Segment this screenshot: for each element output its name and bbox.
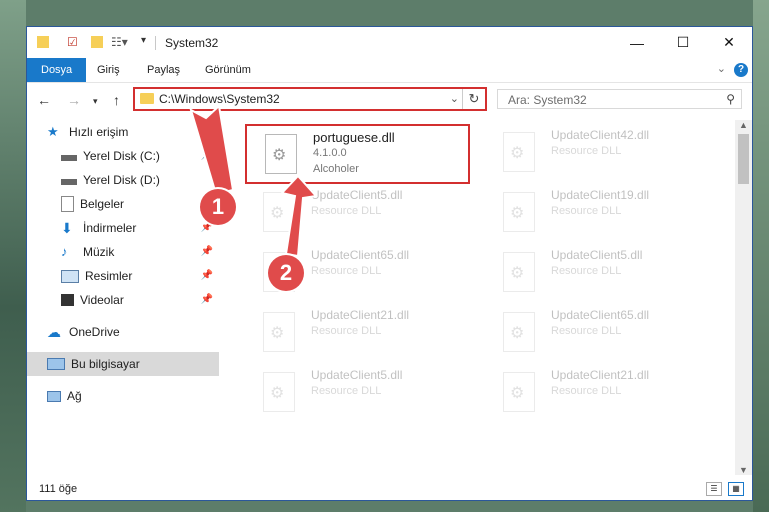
annotation-overlay	[189, 104, 318, 258]
annotation-badge-1: 1	[200, 189, 236, 225]
annotation-badge-2: 2	[268, 255, 304, 291]
annotation-arrow-1	[189, 104, 235, 196]
annotation-arrow-2	[280, 174, 318, 258]
